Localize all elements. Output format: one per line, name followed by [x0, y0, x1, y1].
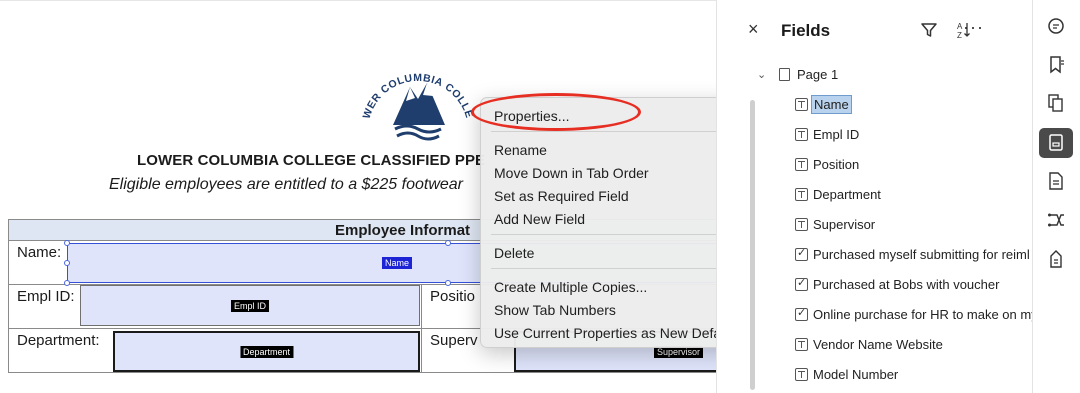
- department-field-tag: Department: [239, 345, 294, 358]
- field-label: Department: [813, 187, 881, 202]
- panel-title: Fields: [781, 21, 831, 40]
- text-field-icon: [795, 338, 808, 351]
- text-field-icon: [795, 98, 808, 111]
- bookmark-icon[interactable]: [1039, 50, 1073, 80]
- menu-item-show-tab-numbers[interactable]: Show Tab Numbers: [494, 302, 616, 318]
- document-icon[interactable]: [1039, 166, 1073, 196]
- checkbox-field-icon: [795, 246, 808, 261]
- resize-handle[interactable]: [445, 240, 451, 246]
- menu-item-move-down-tab-order[interactable]: Move Down in Tab Order: [494, 165, 649, 181]
- cell-divider: [421, 285, 422, 328]
- pages-icon[interactable]: [1039, 88, 1073, 118]
- checkbox-field-icon: [795, 276, 808, 291]
- right-tool-rail: [1032, 0, 1080, 393]
- text-field-icon: [795, 128, 808, 141]
- close-panel-button[interactable]: ×: [748, 19, 759, 40]
- field-list-item-purchased-myself[interactable]: Purchased myself submitting for reiml: [795, 244, 1032, 266]
- field-label: Position: [813, 157, 860, 172]
- field-list-item-purchased-at-bobs[interactable]: Purchased at Bobs with voucher: [795, 274, 1032, 296]
- checkbox-field-icon: [795, 306, 808, 321]
- empl-id-field[interactable]: Empl ID: [80, 285, 420, 326]
- field-label: Vendor Name Website: [813, 337, 943, 352]
- document-title: LOWER COLUMBIA COLLEGE CLASSIFIED PPE: [137, 152, 486, 169]
- menu-item-set-required[interactable]: Set as Required Field: [494, 188, 629, 204]
- compare-icon[interactable]: [1039, 205, 1073, 235]
- page-label: Page 1: [797, 67, 839, 82]
- filter-icon[interactable]: [919, 20, 939, 40]
- form-fields-icon[interactable]: [1039, 128, 1073, 158]
- field-list-item-department[interactable]: Department: [795, 184, 1032, 206]
- menu-item-create-multiple-copies[interactable]: Create Multiple Copies...: [494, 279, 647, 295]
- text-field-icon: [795, 188, 808, 201]
- page-icon: [779, 68, 790, 81]
- section-header-label: Employee Informat: [335, 222, 471, 239]
- field-list-item-name[interactable]: Name: [795, 94, 1032, 116]
- field-list-item-empl-id[interactable]: Empl ID: [795, 124, 1032, 146]
- field-label: Model Number: [813, 367, 899, 382]
- document-subtitle: Eligible employees are entitled to a $22…: [109, 176, 463, 193]
- cell-divider: [421, 329, 422, 372]
- field-label: Name: [811, 95, 852, 114]
- chevron-down-icon[interactable]: ⌄: [757, 68, 766, 81]
- field-label: Empl ID: [813, 127, 860, 142]
- menu-item-delete[interactable]: Delete: [494, 245, 534, 261]
- empl-id-label: Empl ID:: [17, 288, 75, 305]
- text-field-icon: [795, 158, 808, 171]
- menu-item-use-current-properties[interactable]: Use Current Properties as New Defaults: [494, 325, 743, 341]
- field-list-item-model-number[interactable]: Model Number: [795, 364, 1032, 386]
- field-label: Purchased myself submitting for reiml: [813, 247, 1030, 262]
- field-label: Online purchase for HR to make on my: [813, 307, 1032, 322]
- fields-panel: × Fields A Z ··· ⌄ Page 1 Name Empl ID P…: [716, 0, 1032, 393]
- accessibility-icon[interactable]: [1039, 244, 1073, 274]
- menu-item-properties[interactable]: Properties...: [494, 108, 569, 124]
- supervisor-label: Superv: [430, 332, 478, 349]
- text-field-icon: [795, 218, 808, 231]
- college-logo: LOWER COLUMBIA COLLEGE: [355, 49, 475, 141]
- field-label: Purchased at Bobs with voucher: [813, 277, 1000, 292]
- resize-handle[interactable]: [64, 260, 70, 266]
- field-list-item-vendor-name[interactable]: Vendor Name Website: [795, 334, 1032, 356]
- svg-text:Z: Z: [957, 31, 962, 40]
- department-label: Department:: [17, 332, 100, 349]
- empl-id-field-tag: Empl ID: [230, 299, 270, 312]
- field-list-item-supervisor[interactable]: Supervisor: [795, 214, 1032, 236]
- comment-icon[interactable]: [1039, 12, 1073, 42]
- resize-handle[interactable]: [64, 240, 70, 246]
- panel-scrollbar[interactable]: [750, 100, 755, 390]
- menu-item-rename[interactable]: Rename: [494, 142, 547, 158]
- department-field[interactable]: Department: [113, 331, 420, 372]
- field-list-item-online-purchase[interactable]: Online purchase for HR to make on my: [795, 304, 1032, 326]
- name-field-tag: Name: [381, 257, 413, 269]
- field-list-item-position[interactable]: Position: [795, 154, 1032, 176]
- panel-header: × Fields A Z ···: [717, 0, 1032, 60]
- field-label: Supervisor: [813, 217, 876, 232]
- more-options-button[interactable]: ···: [963, 17, 984, 38]
- text-field-icon: [795, 368, 808, 381]
- name-label: Name:: [17, 244, 62, 261]
- menu-item-add-new-field[interactable]: Add New Field: [494, 211, 585, 227]
- position-label: Positio: [430, 288, 476, 305]
